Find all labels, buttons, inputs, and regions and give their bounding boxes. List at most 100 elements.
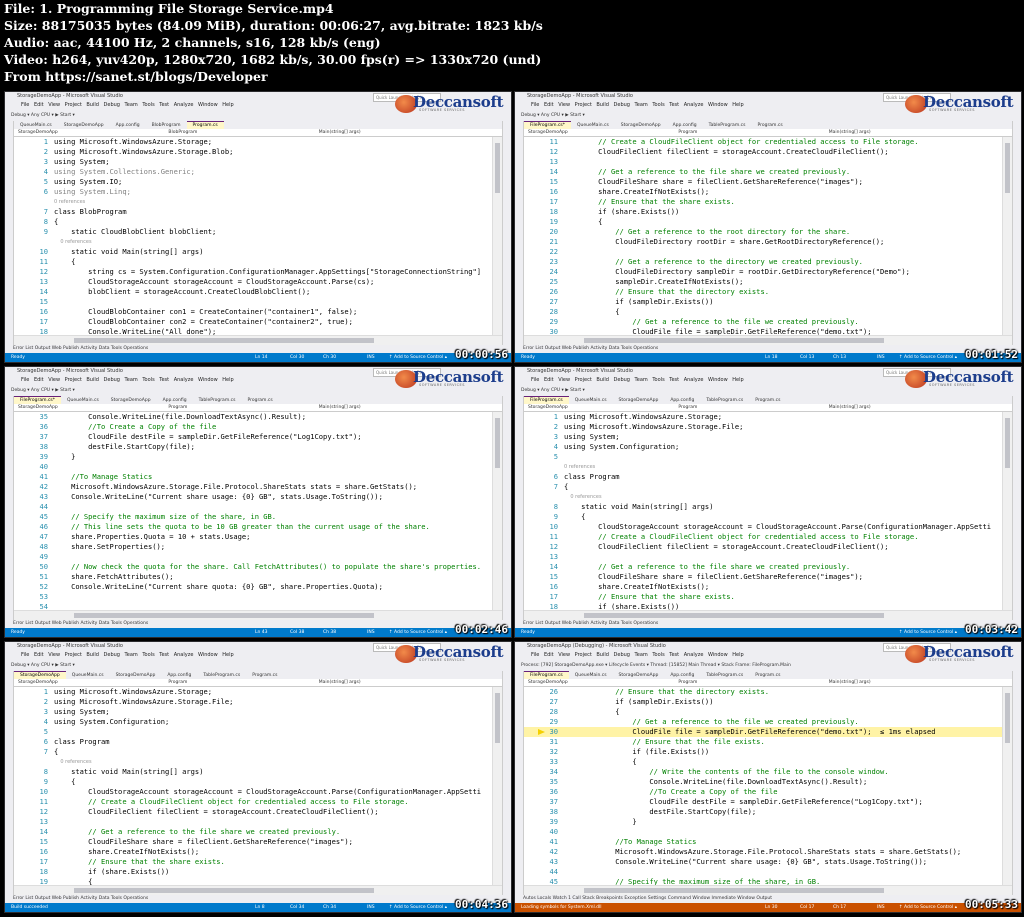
tool-window-tabs[interactable]: Error List Output Web Publish Activity D… [5,895,511,903]
tab-app-config[interactable]: App.config [664,672,700,679]
add-to-source-control[interactable]: ↑ Add to Source Control ▴ [389,903,447,912]
tab-fileprogram-cs[interactable]: FileProgram.cs [524,671,569,679]
tab-program-cs[interactable]: Program.cs [749,672,786,679]
tool-window-tabs[interactable]: Autos Locals Watch 1 Call Stack Breakpoi… [515,895,1021,903]
tab-tableprogram-cs[interactable]: TableProgram.cs [197,672,246,679]
tab-storagedemoapp[interactable]: StorageDemoApp [105,397,157,404]
code-editor[interactable]: 11 // Create a CloudFileClient object fo… [524,137,1003,335]
scroll-thumb[interactable] [74,338,374,343]
tab-storagedemoapp[interactable]: StorageDemoApp [613,672,665,679]
nav-dropdown-1[interactable]: StorageDemoApp [14,679,164,686]
nav-dropdown-2[interactable]: Program [674,679,824,686]
nav-dropdown-3[interactable]: Main(string[] args) [825,129,975,136]
scroll-thumb[interactable] [584,888,884,893]
tool-window-tabs[interactable]: Error List Output Web Publish Activity D… [515,620,1021,628]
tab-app-config[interactable]: App.config [664,397,700,404]
nav-dropdown-1[interactable]: StorageDemoApp [524,404,674,411]
add-to-source-control[interactable]: ↑ Add to Source Control ▴ [899,903,957,912]
horizontal-scrollbar[interactable] [14,335,502,345]
tab-program-cs[interactable]: Program.cs [749,397,786,404]
nav-dropdown-2[interactable]: Program [164,679,314,686]
horizontal-scrollbar[interactable] [14,610,502,620]
solution-explorer-strip[interactable] [502,396,511,620]
left-tool-strip[interactable] [515,396,524,620]
tab-tableprogram-cs[interactable]: TableProgram.cs [700,672,749,679]
nav-dropdown-3[interactable]: Main(string[] args) [825,404,975,411]
nav-dropdown-1[interactable]: StorageDemoApp [524,679,674,686]
tab-fileprogram-cs-[interactable]: FileProgram.cs* [524,121,572,129]
code-editor[interactable]: 1 using Microsoft.WindowsAzure.Storage; 2 u… [524,412,1003,610]
scroll-thumb[interactable] [1005,143,1010,193]
scroll-thumb[interactable] [495,143,500,193]
tab-queuemain-cs[interactable]: QueueMain.cs [66,672,110,679]
nav-dropdown-1[interactable]: StorageDemoApp [524,129,674,136]
tab-storagedemoapp[interactable]: StorageDemoApp [613,397,665,404]
nav-dropdown-3[interactable]: Main(string[] args) [315,404,465,411]
nav-dropdown-3[interactable]: Main(string[] args) [315,129,465,136]
scroll-thumb[interactable] [74,888,374,893]
code-editor[interactable]: 35 Console.WriteLine(file.DownloadTextAs… [14,412,493,610]
solution-explorer-strip[interactable] [1012,121,1021,345]
tab-queuemain-cs[interactable]: QueueMain.cs [61,397,105,404]
tab-app-config[interactable]: App.config [157,397,193,404]
left-tool-strip[interactable] [5,121,14,345]
scroll-thumb[interactable] [495,418,500,468]
add-to-source-control[interactable]: ↑ Add to Source Control ▴ [899,628,957,637]
tab-program-cs[interactable]: Program.cs [246,672,283,679]
scroll-thumb[interactable] [1005,693,1010,743]
vertical-scrollbar[interactable] [492,687,502,885]
horizontal-scrollbar[interactable] [524,610,1012,620]
tab-fileprogram-cs[interactable]: FileProgram.cs [524,396,569,404]
tab-queuemain-cs[interactable]: QueueMain.cs [569,397,613,404]
horizontal-scrollbar[interactable] [524,885,1012,895]
left-tool-strip[interactable] [515,121,524,345]
vertical-scrollbar[interactable] [1002,137,1012,335]
nav-dropdown-2[interactable]: Program [674,129,824,136]
nav-dropdown-1[interactable]: StorageDemoApp [14,129,164,136]
tab-app-config[interactable]: App.config [110,122,146,129]
nav-dropdown-3[interactable]: Main(string[] args) [315,679,465,686]
left-tool-strip[interactable] [5,671,14,895]
tab-queuemain-cs[interactable]: QueueMain.cs [569,672,613,679]
vertical-scrollbar[interactable] [1002,687,1012,885]
horizontal-scrollbar[interactable] [524,335,1012,345]
code-editor[interactable]: 1 using Microsoft.WindowsAzure.Storage; 2 u… [14,137,493,335]
nav-dropdown-1[interactable]: StorageDemoApp [14,404,164,411]
horizontal-scrollbar[interactable] [14,885,502,895]
scroll-thumb[interactable] [495,693,500,743]
scroll-thumb[interactable] [1005,418,1010,468]
tab-fileprogram-cs-[interactable]: FileProgram.cs* [14,396,62,404]
tab-queuemain-cs[interactable]: QueueMain.cs [14,122,58,129]
add-to-source-control[interactable]: ↑ Add to Source Control ▴ [389,353,447,362]
tab-program-cs[interactable]: Program.cs [751,122,788,129]
scroll-thumb[interactable] [584,613,884,618]
code-editor[interactable]: 26 // Ensure that the directory exists. 2… [524,687,1003,885]
solution-explorer-strip[interactable] [502,121,511,345]
scroll-thumb[interactable] [584,338,884,343]
tab-app-config[interactable]: App.config [667,122,703,129]
tab-tableprogram-cs[interactable]: TableProgram.cs [700,397,749,404]
add-to-source-control[interactable]: ↑ Add to Source Control ▴ [899,353,957,362]
tab-program-cs[interactable]: Program.cs [241,397,278,404]
vertical-scrollbar[interactable] [1002,412,1012,610]
left-tool-strip[interactable] [5,396,14,620]
solution-explorer-strip[interactable] [502,671,511,895]
tab-storagedemoapp[interactable]: StorageDemoApp [615,122,667,129]
tab-storagedemoapp[interactable]: StorageDemoApp [14,671,66,679]
nav-dropdown-2[interactable]: Program [674,404,824,411]
nav-dropdown-3[interactable]: Main(string[] args) [825,679,975,686]
left-tool-strip[interactable] [515,671,524,895]
add-to-source-control[interactable]: ↑ Add to Source Control ▴ [389,628,447,637]
tab-queuemain-cs[interactable]: QueueMain.cs [571,122,615,129]
nav-dropdown-2[interactable]: BlobProgram [164,129,314,136]
tab-tableprogram-cs[interactable]: TableProgram.cs [193,397,242,404]
code-editor[interactable]: 1 using Microsoft.WindowsAzure.Storage; 2 u… [14,687,493,885]
solution-explorer-strip[interactable] [1012,396,1021,620]
tab-program-cs[interactable]: Program.cs [186,121,224,129]
vertical-scrollbar[interactable] [492,412,502,610]
tab-storagedemoapp[interactable]: StorageDemoApp [110,672,162,679]
tool-window-tabs[interactable]: Error List Output Web Publish Activity D… [5,345,511,353]
tab-storagedemoapp[interactable]: StorageDemoApp [58,122,110,129]
nav-dropdown-2[interactable]: Program [164,404,314,411]
tool-window-tabs[interactable]: Error List Output Web Publish Activity D… [5,620,511,628]
